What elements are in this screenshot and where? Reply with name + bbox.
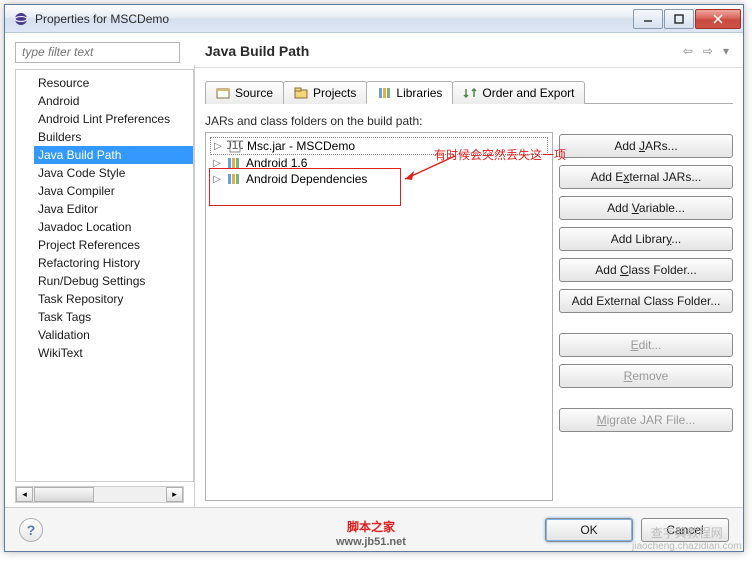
sidebar-item-project-references[interactable]: Project References — [34, 236, 193, 254]
annotation-arrow-icon — [400, 154, 460, 184]
lib-icon — [226, 172, 242, 186]
tab-source[interactable]: Source — [205, 81, 284, 104]
sidebar-item-task-tags[interactable]: Task Tags — [34, 308, 193, 326]
remove-button: Remove — [559, 364, 733, 388]
add-library-button[interactable]: Add Library... — [559, 227, 733, 251]
libraries-tree[interactable]: ▷ 010 Msc.jar - MSCDemo ▷ Android 1.6 ▷ Androi… — [205, 132, 553, 501]
titlebar[interactable]: Properties for MSCDemo — [5, 5, 743, 33]
filter-input[interactable] — [15, 42, 180, 63]
sidebar: ResourceAndroidAndroid Lint PreferencesB… — [5, 65, 195, 507]
window-title: Properties for MSCDemo — [35, 12, 632, 26]
help-button[interactable]: ? — [19, 518, 43, 542]
back-icon[interactable]: ⇦ — [679, 42, 697, 60]
source-icon — [216, 87, 230, 99]
expand-icon[interactable]: ▷ — [213, 141, 223, 152]
add-class-folder-button[interactable]: Add Class Folder... — [559, 258, 733, 282]
library-entry-label: Msc.jar - MSCDemo — [247, 139, 355, 153]
add-jars-button[interactable]: Add JARs... — [559, 134, 733, 158]
close-button[interactable] — [695, 9, 741, 29]
lib-icon — [226, 156, 242, 170]
sidebar-item-resource[interactable]: Resource — [34, 74, 193, 92]
order-icon — [463, 87, 477, 99]
maximize-button[interactable] — [664, 9, 694, 29]
sidebar-item-java-code-style[interactable]: Java Code Style — [34, 164, 193, 182]
tab-projects[interactable]: Projects — [283, 81, 367, 104]
sidebar-item-builders[interactable]: Builders — [34, 128, 193, 146]
jar-icon: 010 — [227, 139, 243, 153]
watermark: 脚本之家www.jb51.net — [336, 518, 406, 548]
eclipse-icon — [13, 11, 29, 27]
tab-order-and-export[interactable]: Order and Export — [452, 81, 585, 104]
libraries-icon — [377, 87, 391, 99]
properties-dialog: Properties for MSCDemo Java Build Path ⇦… — [4, 4, 744, 552]
watermark: 查字典教程网jiaocheng.chazidian.com — [632, 524, 742, 552]
menu-dropdown-icon[interactable]: ▾ — [719, 42, 733, 60]
library-entry[interactable]: ▷ Android Dependencies — [210, 171, 548, 187]
minimize-button[interactable] — [633, 9, 663, 29]
expand-icon[interactable]: ▷ — [212, 174, 222, 185]
sidebar-item-javadoc-location[interactable]: Javadoc Location — [34, 218, 193, 236]
library-entry-label: Android Dependencies — [246, 172, 367, 186]
ok-button[interactable]: OK — [545, 518, 633, 542]
sidebar-item-run-debug-settings[interactable]: Run/Debug Settings — [34, 272, 193, 290]
libraries-subtitle: JARs and class folders on the build path… — [205, 114, 733, 128]
sidebar-item-android-lint-preferences[interactable]: Android Lint Preferences — [34, 110, 193, 128]
library-entry-label: Android 1.6 — [246, 156, 307, 170]
horizontal-scrollbar[interactable]: ◂▸ — [15, 486, 184, 503]
page-title: Java Build Path — [205, 43, 679, 59]
sidebar-item-java-build-path[interactable]: Java Build Path — [34, 146, 193, 164]
projects-icon — [294, 87, 308, 99]
sidebar-item-java-compiler[interactable]: Java Compiler — [34, 182, 193, 200]
tab-libraries[interactable]: Libraries — [366, 81, 453, 104]
edit-button: Edit... — [559, 333, 733, 357]
migrate-jar-button: Migrate JAR File... — [559, 408, 733, 432]
sidebar-item-refactoring-history[interactable]: Refactoring History — [34, 254, 193, 272]
sidebar-item-task-repository[interactable]: Task Repository — [34, 290, 193, 308]
add-external-class-folder-button[interactable]: Add External Class Folder... — [559, 289, 733, 313]
svg-text:010: 010 — [227, 139, 243, 152]
sidebar-item-validation[interactable]: Validation — [34, 326, 193, 344]
sidebar-item-wikitext[interactable]: WikiText — [34, 344, 193, 362]
forward-icon[interactable]: ⇨ — [699, 42, 717, 60]
expand-icon[interactable]: ▷ — [212, 158, 222, 169]
sidebar-item-android[interactable]: Android — [34, 92, 193, 110]
add-variable-button[interactable]: Add Variable... — [559, 196, 733, 220]
sidebar-item-java-editor[interactable]: Java Editor — [34, 200, 193, 218]
add-external-jars-button[interactable]: Add External JARs... — [559, 165, 733, 189]
